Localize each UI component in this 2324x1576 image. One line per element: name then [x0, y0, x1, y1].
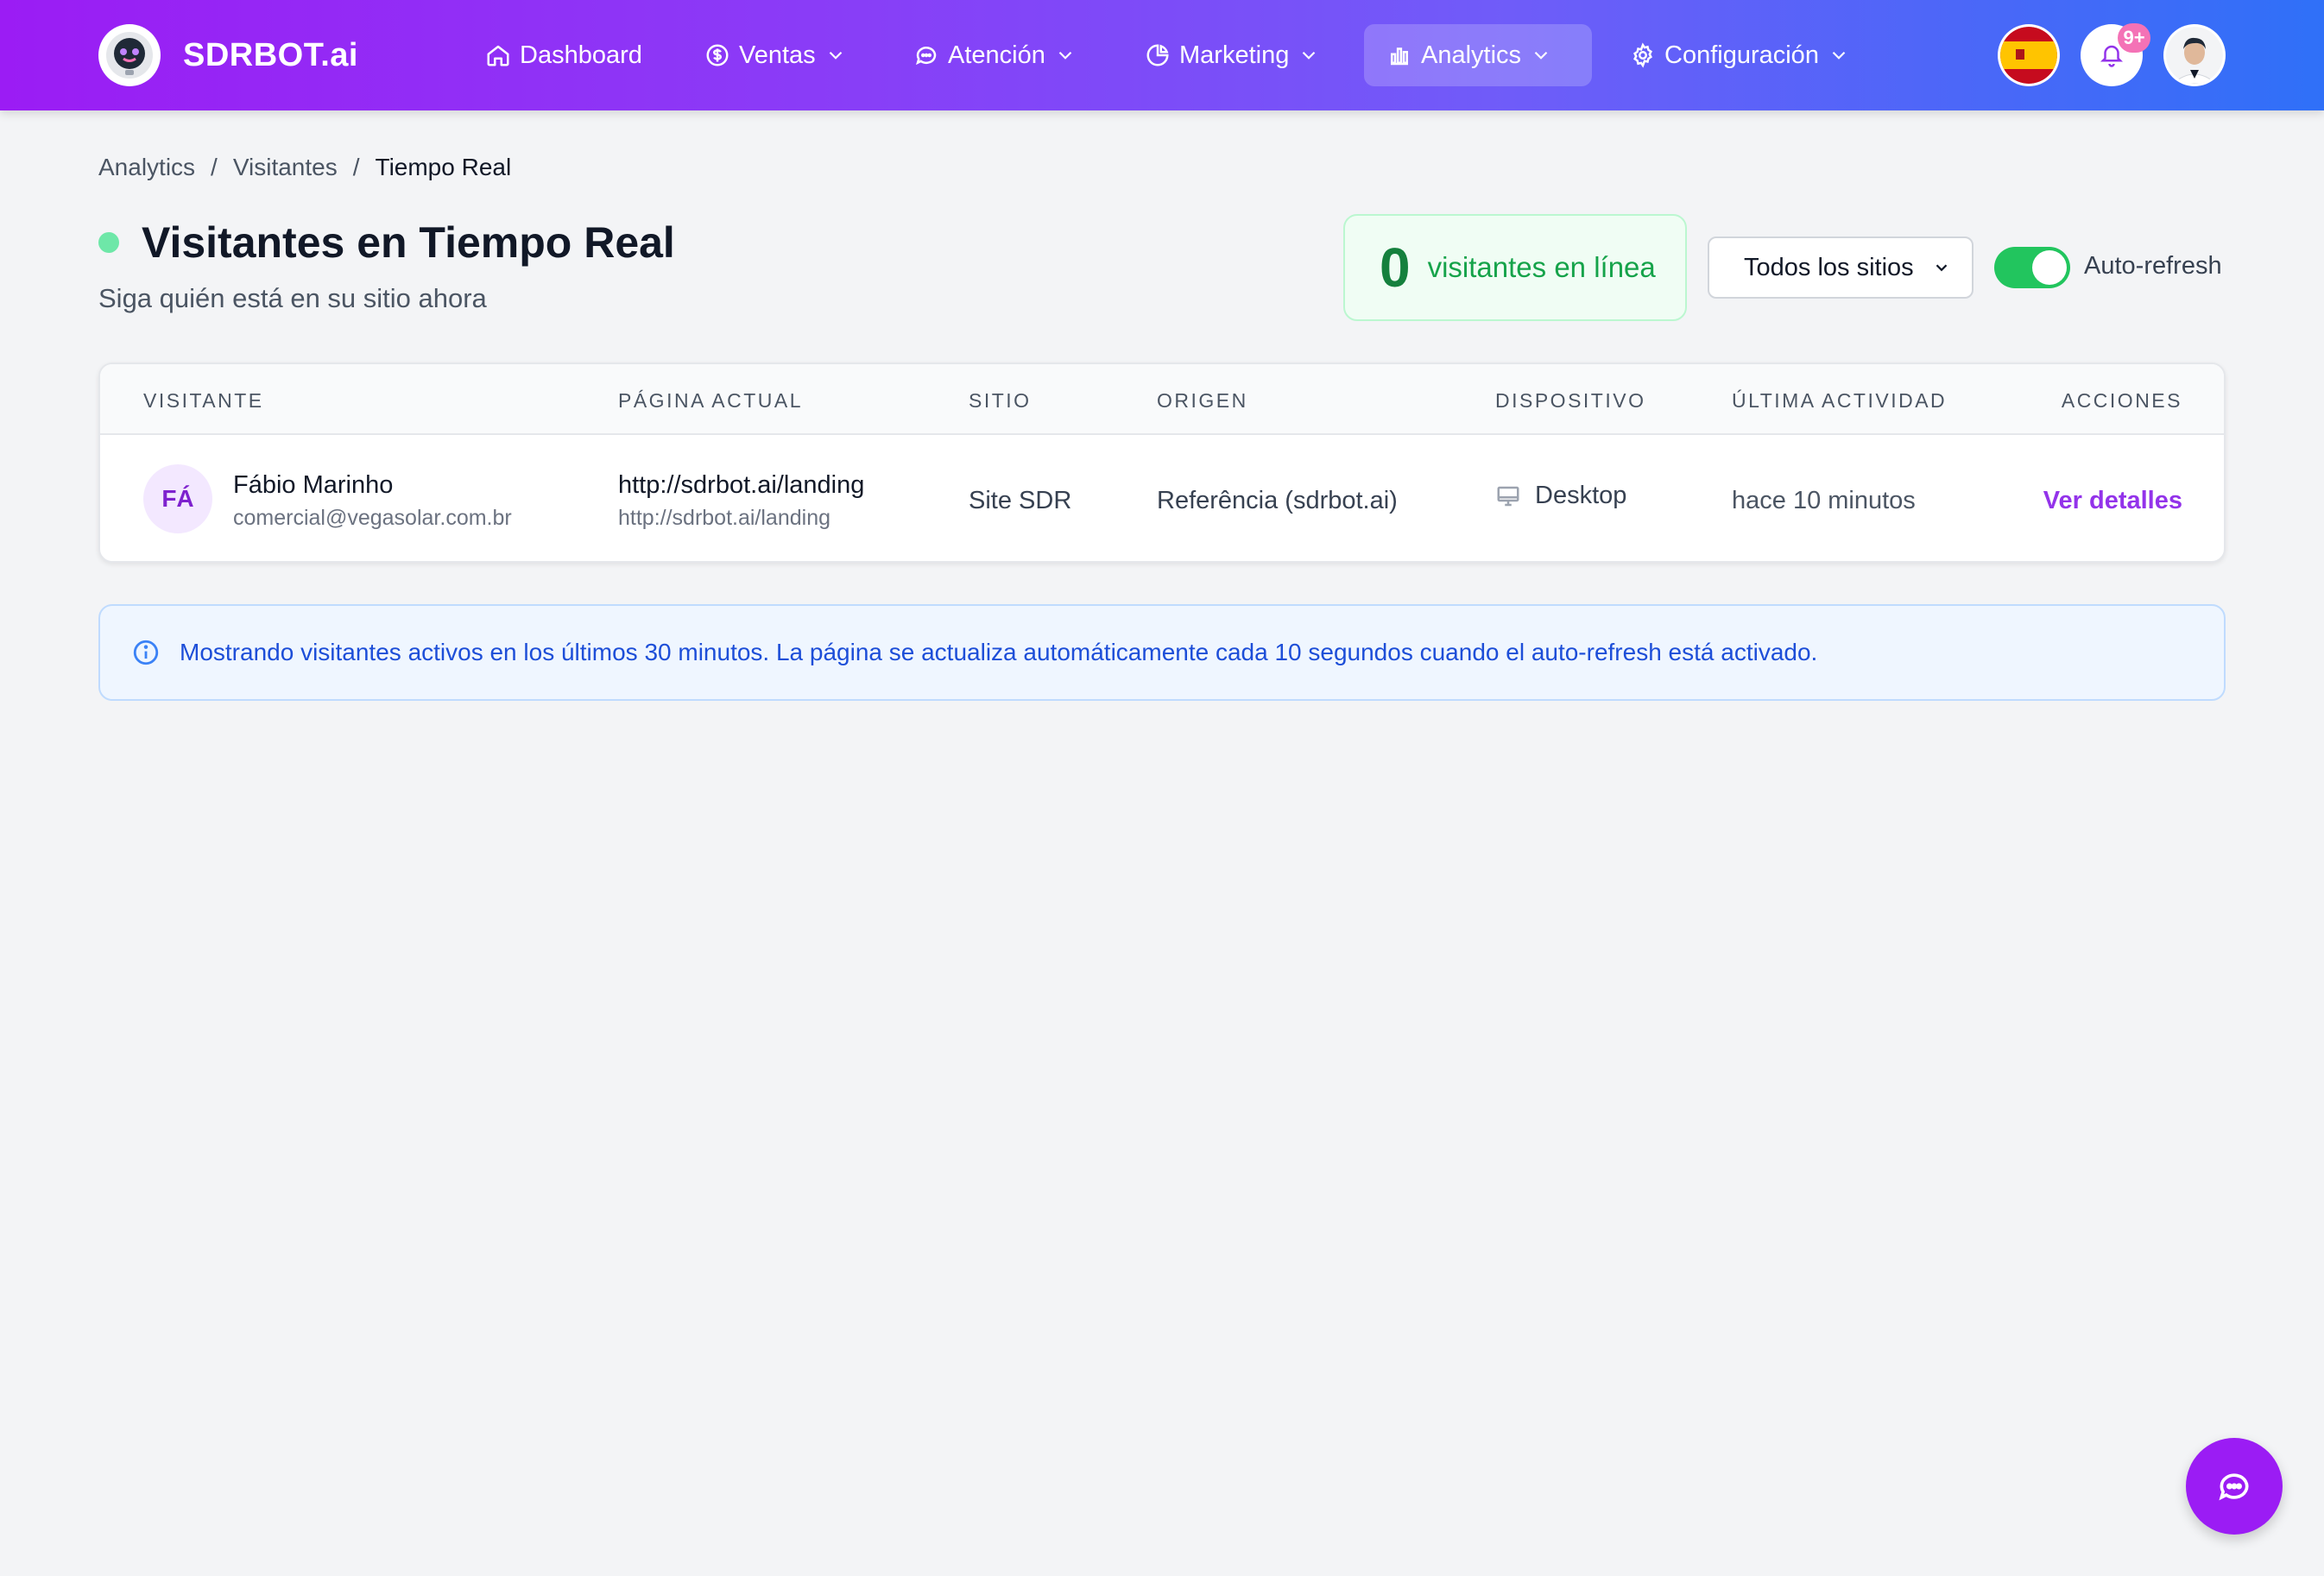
column-header-pagina-actual: PÁGINA ACTUAL — [618, 389, 804, 412]
notifications-badge: 9+ — [2118, 23, 2150, 53]
chevron-down-icon — [1303, 51, 1316, 60]
nav-analytics[interactable]: Analytics — [1364, 24, 1592, 86]
nav-atencion-label: Atención — [948, 41, 1045, 69]
breadcrumb-current: Tiempo Real — [375, 154, 512, 180]
robot-logo-icon — [98, 24, 161, 86]
site-filter-value: Todos los sitios — [1744, 253, 1914, 281]
desktop-icon — [1497, 486, 1519, 506]
spain-flag-icon — [2000, 27, 2057, 84]
nav-dashboard-label: Dashboard — [520, 41, 642, 69]
online-visitors-label: visitantes en línea — [1427, 251, 1656, 283]
page-subtitle: Siga quién está en su sitio ahora — [98, 283, 487, 313]
breadcrumb: Analytics / Visitantes / Tiempo Real — [98, 154, 511, 181]
visitor-name: Fábio Marinho — [233, 471, 394, 499]
bar-chart-icon — [1391, 47, 1408, 66]
table-row: FÁ Fábio Marinho comercial@vegasolar.com… — [100, 435, 2224, 561]
nav-ventas-label: Ventas — [739, 41, 816, 69]
column-header-dispositivo: DISPOSITIVO — [1495, 389, 1646, 412]
column-header-sitio: SITIO — [969, 389, 1032, 412]
visitor-origin: Referência (sdrbot.ai) — [1157, 487, 1398, 514]
language-selector[interactable] — [1998, 24, 2060, 86]
visitor-email: comercial@vegasolar.com.br — [233, 506, 512, 530]
chevron-down-icon — [1936, 264, 1948, 272]
visitor-device: Desktop — [1495, 482, 1626, 510]
chat-bubble-icon — [916, 47, 937, 66]
nav-configuracion[interactable]: Configuración — [1607, 24, 1872, 86]
nav-atencion[interactable]: Atención — [891, 24, 1099, 86]
page-title: Visitantes en Tiempo Real — [142, 218, 675, 267]
gear-icon — [1632, 42, 1653, 68]
info-banner: Mostrando visitantes activos en los últi… — [98, 604, 2226, 701]
column-header-visitante: VISITANTE — [143, 389, 264, 412]
chevron-down-icon — [1832, 51, 1846, 60]
page-header: Visitantes en Tiempo Real — [98, 217, 675, 268]
column-header-ultima-actividad: ÚLTIMA ACTIVIDAD — [1732, 389, 1948, 412]
chat-fab-button[interactable] — [2186, 1438, 2283, 1535]
nav-analytics-label: Analytics — [1421, 41, 1522, 69]
pie-chart-icon — [1146, 44, 1169, 66]
view-details-link[interactable]: Ver detalles — [2043, 487, 2182, 515]
notifications-button[interactable]: 9+ — [2081, 23, 2150, 86]
top-navigation-bar: SDRBOT.ai Dashboard Ventas Atención Mark… — [0, 0, 2324, 110]
auto-refresh-label: Auto-refresh — [2084, 252, 2222, 280]
nav-dashboard[interactable]: Dashboard — [463, 24, 665, 86]
online-visitors-count: 0 — [1380, 236, 1411, 299]
visitor-device-label: Desktop — [1535, 482, 1627, 509]
brand[interactable]: SDRBOT.ai — [98, 24, 358, 86]
breadcrumb-separator: / — [211, 154, 218, 180]
nav-configuracion-label: Configuración — [1664, 41, 1819, 69]
breadcrumb-separator: / — [352, 154, 360, 180]
nav-ventas[interactable]: Ventas — [682, 24, 869, 86]
dollar-icon — [706, 44, 729, 66]
breadcrumb-visitantes[interactable]: Visitantes — [233, 154, 338, 181]
brand-name: SDRBOT.ai — [183, 36, 358, 73]
chat-bubble-icon — [2219, 1473, 2249, 1501]
toggle-knob — [2032, 250, 2067, 285]
visitors-table: VISITANTE PÁGINA ACTUAL SITIO ORIGEN DIS… — [98, 362, 2226, 563]
visitor-avatar: FÁ — [143, 464, 212, 533]
table-header: VISITANTE PÁGINA ACTUAL SITIO ORIGEN DIS… — [100, 364, 2224, 435]
column-header-origen: ORIGEN — [1157, 389, 1248, 412]
chevron-down-icon — [829, 51, 842, 60]
site-filter-select[interactable]: Todos los sitios — [1708, 236, 1974, 299]
nav-marketing-label: Marketing — [1179, 41, 1290, 69]
chevron-down-icon — [1534, 51, 1548, 60]
auto-refresh-toggle[interactable] — [1994, 247, 2070, 288]
home-icon — [487, 45, 509, 66]
chevron-down-icon — [1058, 51, 1072, 60]
online-visitors-counter: 0 visitantes en línea — [1343, 214, 1687, 321]
user-avatar[interactable] — [2163, 24, 2226, 86]
visitor-site: Site SDR — [969, 487, 1072, 514]
nav-marketing[interactable]: Marketing — [1122, 24, 1342, 86]
current-page-title: http://sdrbot.ai/landing — [618, 471, 865, 499]
current-page-url: http://sdrbot.ai/landing — [618, 506, 830, 530]
live-indicator-dot — [98, 232, 119, 253]
column-header-acciones: ACCIONES — [2061, 389, 2182, 412]
info-icon — [133, 640, 159, 665]
breadcrumb-analytics[interactable]: Analytics — [98, 154, 195, 181]
user-photo-icon — [2166, 27, 2223, 84]
info-banner-text: Mostrando visitantes activos en los últi… — [180, 639, 1818, 665]
visitor-last-activity: hace 10 minutos — [1732, 487, 1916, 514]
